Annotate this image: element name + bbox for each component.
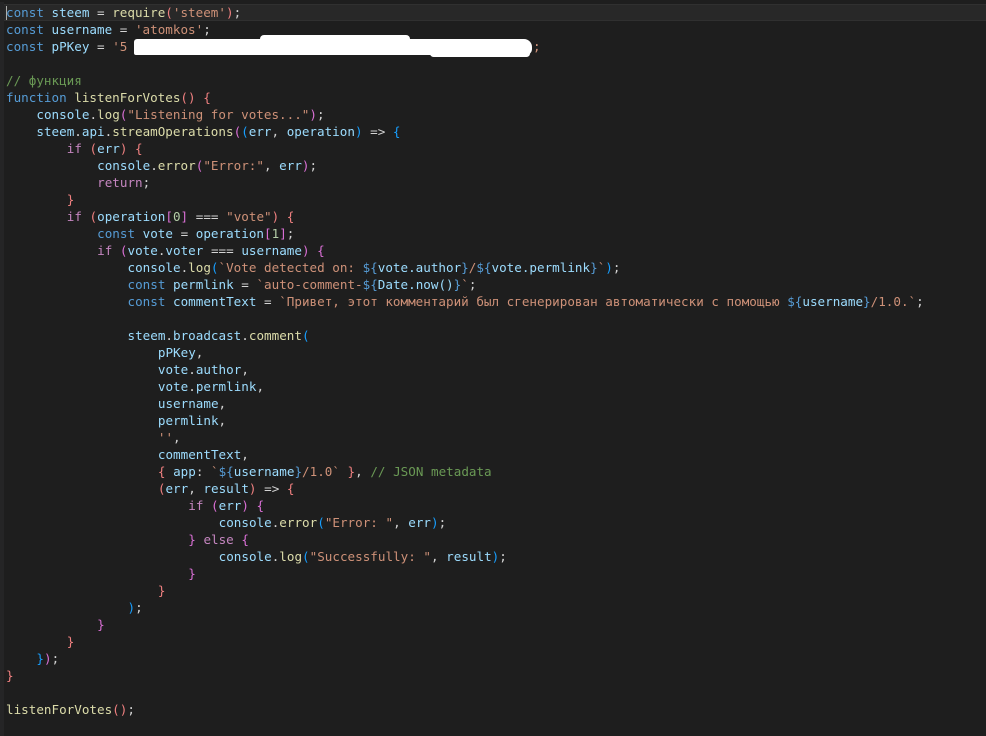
code-line[interactable]: function listenForVotes() { xyxy=(6,89,211,106)
editor-gutter xyxy=(0,2,4,736)
code-editor[interactable]: const steem = require('steem'); const use… xyxy=(0,2,986,736)
code-line[interactable]: if (vote.voter === username) { xyxy=(6,242,325,259)
code-line[interactable]: // функция xyxy=(6,72,82,89)
code-line[interactable]: if (err) { xyxy=(6,497,264,514)
code-line[interactable]: console.error("Error: ", err); xyxy=(6,514,447,531)
code-line[interactable]: const username = 'atomkos'; xyxy=(6,21,211,38)
code-line[interactable]: } xyxy=(6,667,14,684)
code-line[interactable]: console.log("Listening for votes..."); xyxy=(6,106,324,123)
code-line[interactable]: console.error("Error:", err); xyxy=(6,157,317,174)
code-line[interactable]: } xyxy=(6,633,75,650)
code-line[interactable]: }); xyxy=(6,650,59,667)
code-line[interactable]: } xyxy=(6,582,166,599)
redaction-mask-edge-2 xyxy=(430,50,530,57)
code-line[interactable]: } xyxy=(6,565,196,582)
code-line[interactable]: vote.permlink, xyxy=(6,378,264,395)
code-line[interactable]: } else { xyxy=(6,531,249,548)
code-line[interactable]: steem.broadcast.comment( xyxy=(6,327,310,344)
code-line[interactable]: vote.author, xyxy=(6,361,249,378)
code-line[interactable]: console.log(`Vote detected on: ${vote.au… xyxy=(6,259,621,276)
code-line[interactable]: } xyxy=(6,191,75,208)
code-line[interactable]: const permlink = `auto-comment-${Date.no… xyxy=(6,276,477,293)
redaction-mask-edge xyxy=(260,35,410,43)
code-line[interactable]: permlink, xyxy=(6,412,226,429)
code-line[interactable]: '', xyxy=(6,429,181,446)
code-line[interactable]: listenForVotes(); xyxy=(6,701,135,718)
code-line[interactable]: pPKey, xyxy=(6,344,204,361)
code-line[interactable]: commentText, xyxy=(6,446,249,463)
code-line[interactable]: console.log("Successfully: ", result); xyxy=(6,548,507,565)
code-line[interactable]: steem.api.streamOperations((err, operati… xyxy=(6,123,400,140)
code-line[interactable]: } xyxy=(6,616,105,633)
code-line[interactable]: (err, result) => { xyxy=(6,480,295,497)
code-line[interactable]: { app: `${username}/1.0` }, // JSON meta… xyxy=(6,463,492,480)
code-line[interactable]: if (err) { xyxy=(6,140,143,157)
code-line[interactable]: if (operation[0] === "vote") { xyxy=(6,208,295,225)
code-line[interactable]: ); xyxy=(6,599,143,616)
code-line[interactable]: const commentText = `Привет, этот коммен… xyxy=(6,293,924,310)
code-line[interactable]: const steem = require('steem'); xyxy=(6,4,241,21)
code-line[interactable]: return; xyxy=(6,174,150,191)
code-line[interactable]: const vote = operation[1]; xyxy=(6,225,294,242)
code-line[interactable]: username, xyxy=(6,395,226,412)
